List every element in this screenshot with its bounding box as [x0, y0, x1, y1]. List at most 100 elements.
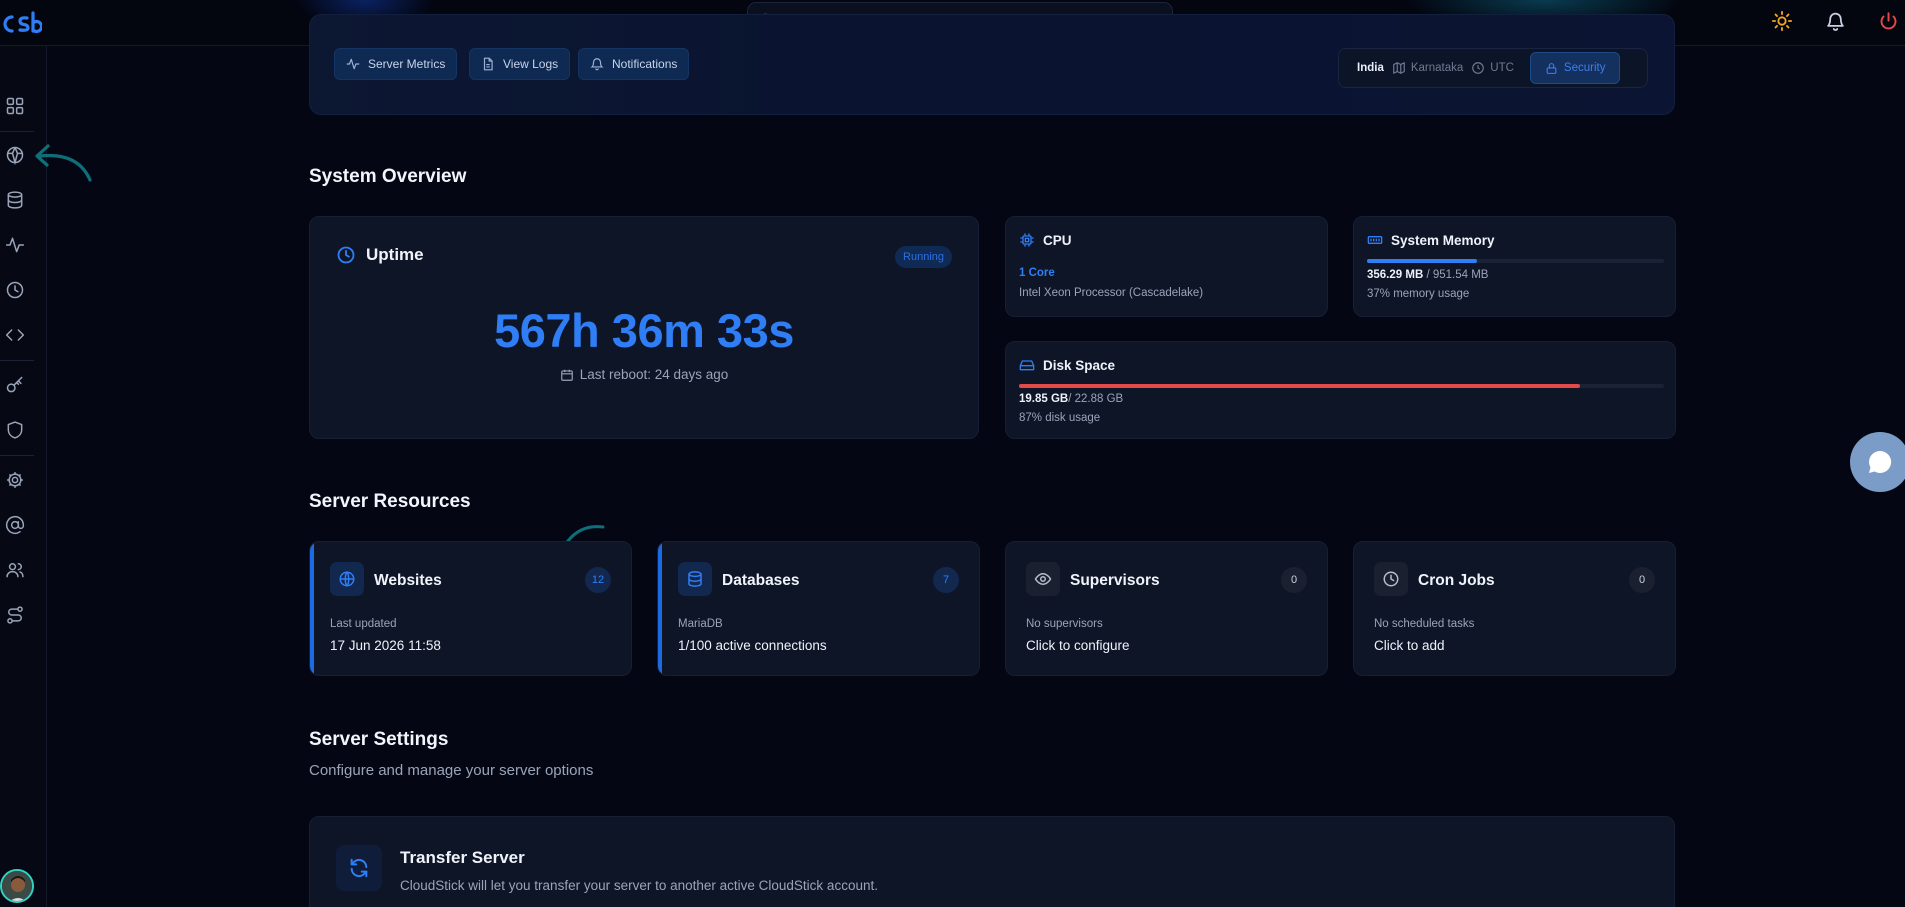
websites-value: 17 Jun 2026 11:58 — [330, 638, 441, 653]
bell-icon — [590, 58, 604, 71]
memory-usage-fill — [1367, 259, 1477, 263]
supervisors-value[interactable]: Click to configure — [1026, 638, 1130, 653]
users-icon[interactable] — [3, 558, 27, 582]
globe-icon — [330, 562, 364, 596]
memory-total: / 951.54 MB — [1423, 269, 1489, 281]
database-icon[interactable] — [3, 188, 27, 212]
shield-icon[interactable] — [3, 418, 27, 442]
databases-count: 7 — [933, 567, 959, 593]
file-icon — [483, 57, 493, 71]
uptime-card: Uptime Running 567h 36m 33s Last reboot:… — [309, 216, 979, 439]
cpu-card: CPU 1 Core Intel Xeon Processor (Cascade… — [1005, 216, 1328, 317]
sidebar-divider — [0, 360, 34, 361]
gear-icon[interactable] — [3, 468, 27, 492]
cron-jobs-label: No scheduled tasks — [1374, 618, 1475, 630]
location-info: India Karnataka UTC Security — [1338, 48, 1648, 88]
power-icon[interactable] — [1876, 9, 1900, 33]
route-icon[interactable] — [3, 603, 27, 627]
supervisors-card[interactable]: Supervisors 0 No supervisors Click to co… — [1005, 541, 1328, 676]
disk-usage-text: 87% disk usage — [1019, 412, 1101, 424]
uptime-value: 567h 36m 33s — [494, 304, 794, 357]
clock-icon — [1472, 62, 1485, 74]
hard-drive-icon — [1019, 360, 1035, 371]
last-reboot-text: Last reboot: 24 days ago — [579, 367, 729, 382]
database-icon — [678, 562, 712, 596]
transfer-server-title: Transfer Server — [400, 848, 525, 867]
cron-jobs-count: 0 — [1629, 567, 1655, 593]
timezone-info: UTC — [1471, 61, 1514, 75]
databases-title: Databases — [722, 572, 800, 589]
transfer-server-card[interactable]: Transfer Server CloudStick will let you … — [309, 816, 1675, 907]
cron-jobs-value[interactable]: Click to add — [1374, 638, 1445, 653]
eye-icon — [1026, 562, 1060, 596]
chat-icon — [1869, 450, 1892, 473]
notifications-button[interactable]: Notifications — [578, 48, 690, 80]
sidebar-divider — [0, 131, 34, 132]
disk-values: 19.85 GB/ 22.88 GB — [1019, 393, 1123, 405]
server-metrics-label: Server Metrics — [368, 57, 446, 71]
refresh-icon — [336, 845, 382, 891]
avatar[interactable] — [0, 869, 34, 903]
websites-card[interactable]: Websites 12 Last updated 17 Jun 2026 11:… — [309, 541, 632, 676]
clock-icon — [1374, 562, 1408, 596]
server-settings-subtitle: Configure and manage your server options — [309, 762, 594, 779]
databases-card[interactable]: Databases 7 MariaDB 1/100 active connect… — [657, 541, 980, 676]
server-metrics-button[interactable]: Server Metrics — [334, 48, 458, 80]
memory-values: 356.29 MB / 951.54 MB — [1367, 269, 1488, 281]
cpu-title: CPU — [1043, 232, 1072, 248]
cloudstick-logo[interactable] — [0, 9, 44, 37]
disk-title: Disk Space — [1043, 357, 1116, 373]
memory-icon — [1367, 236, 1383, 244]
supervisors-count: 0 — [1281, 567, 1307, 593]
uptime-heading: Uptime — [336, 245, 424, 265]
activity-icon — [346, 58, 360, 70]
disk-card: Disk Space 19.85 GB/ 22.88 GB 87% disk u… — [1005, 341, 1676, 439]
security-button[interactable]: Security — [1529, 52, 1621, 84]
view-logs-label: View Logs — [503, 57, 559, 71]
card-accent — [658, 542, 662, 675]
system-overview-title: System Overview — [309, 166, 467, 187]
databases-value: 1/100 active connections — [678, 638, 827, 653]
timezone-label: UTC — [1490, 62, 1514, 74]
key-icon[interactable] — [3, 373, 27, 397]
lock-icon — [1546, 62, 1557, 74]
memory-title: System Memory — [1391, 232, 1495, 248]
server-settings-title: Server Settings — [309, 729, 449, 750]
chat-widget-button[interactable] — [1850, 432, 1905, 492]
code-icon[interactable] — [3, 323, 27, 347]
notifications-label: Notifications — [612, 57, 678, 71]
disk-usage-bar — [1019, 384, 1664, 388]
memory-usage-text: 37% memory usage — [1367, 288, 1470, 300]
cpu-model: Intel Xeon Processor (Cascadelake) — [1019, 287, 1204, 299]
supervisors-label: No supervisors — [1026, 618, 1103, 630]
memory-usage-bar — [1367, 259, 1664, 263]
cpu-icon — [1020, 233, 1034, 247]
memory-card: System Memory 356.29 MB / 951.54 MB 37% … — [1353, 216, 1676, 317]
last-reboot: Last reboot: 24 days ago — [310, 367, 978, 382]
transfer-server-description: CloudStick will let you transfer your se… — [400, 878, 878, 893]
view-logs-button[interactable]: View Logs — [469, 48, 571, 80]
bell-icon[interactable] — [1823, 9, 1847, 33]
activity-icon[interactable] — [3, 233, 27, 257]
dashboard-icon[interactable] — [3, 94, 27, 118]
memory-heading: System Memory — [1367, 232, 1495, 248]
disk-used: 19.85 GB — [1019, 393, 1069, 405]
websites-count: 12 — [585, 567, 611, 593]
clock-icon[interactable] — [3, 278, 27, 302]
cron-jobs-card[interactable]: Cron Jobs 0 No scheduled tasks Click to … — [1353, 541, 1676, 676]
map-icon — [1393, 62, 1405, 74]
uptime-title: Uptime — [366, 245, 424, 264]
websites-title: Websites — [374, 572, 442, 589]
disk-heading: Disk Space — [1019, 357, 1115, 373]
country-label: India — [1357, 62, 1384, 74]
server-globe-icon[interactable] — [3, 143, 27, 167]
at-icon[interactable] — [3, 513, 27, 537]
memory-used: 356.29 MB — [1367, 269, 1424, 281]
region-info: Karnataka — [1392, 61, 1463, 75]
supervisors-title: Supervisors — [1070, 572, 1160, 589]
server-resources-title: Server Resources — [309, 491, 471, 512]
cpu-heading: CPU — [1019, 232, 1072, 248]
sun-icon[interactable] — [1770, 9, 1794, 33]
calendar-icon — [560, 369, 573, 381]
disk-total: / 22.88 GB — [1068, 393, 1124, 405]
